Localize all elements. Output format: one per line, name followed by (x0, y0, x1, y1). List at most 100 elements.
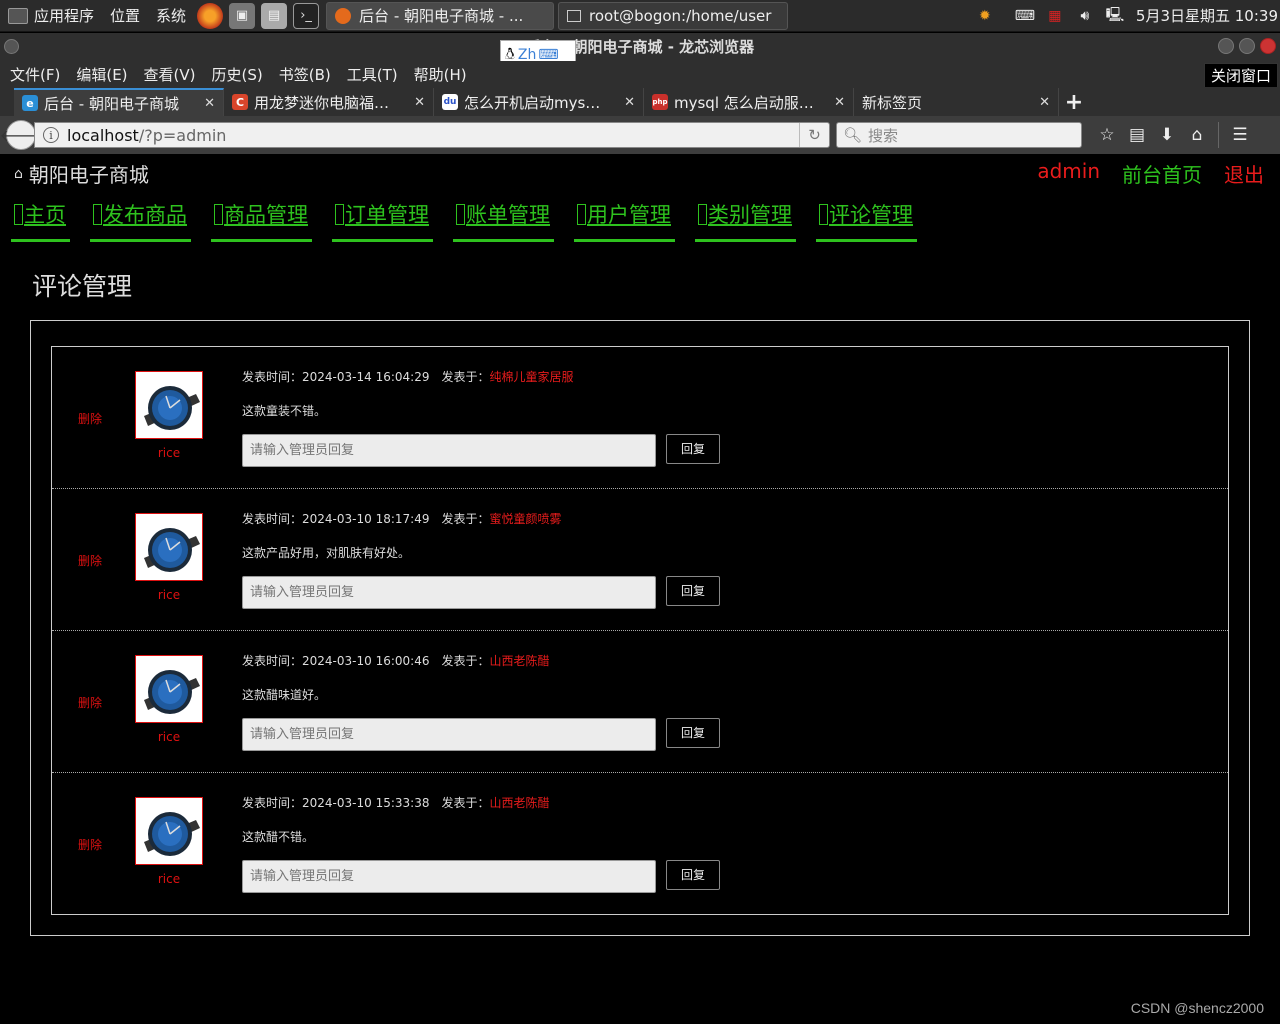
keyboard-icon[interactable]: ⌨ (1014, 5, 1036, 27)
csdn-favicon-icon: C (232, 94, 248, 110)
tab-csdn[interactable]: C 用龙梦迷你电脑福… ✕ (224, 88, 434, 116)
nav-order-management[interactable]: 订单管理 (332, 199, 433, 242)
menu-bookmarks[interactable]: 书签(B) (271, 64, 339, 85)
nav-home[interactable]: 主页 (11, 199, 70, 242)
tab-new[interactable]: 新标签页 ✕ (854, 88, 1059, 116)
taskbar-browser-window[interactable]: 后台 - 朝阳电子商城 - ... (326, 1, 555, 30)
address-bar[interactable]: i localhost/?p=admin ↻ (34, 122, 830, 148)
menu-tools[interactable]: 工具(T) (339, 64, 406, 85)
comment-time: 2024-03-10 18:17:49 (302, 512, 430, 526)
reply-button[interactable]: 回复 (666, 434, 720, 464)
file-manager-launcher-icon[interactable]: ▤ (261, 2, 288, 29)
nav-label: 订单管理 (345, 203, 429, 227)
nav-user-management[interactable]: 用户管理 (574, 199, 675, 242)
comment-user[interactable]: rice (135, 872, 203, 886)
taskbar-terminal-label: root@bogon:/home/user (589, 6, 772, 25)
terminal-launcher-icon[interactable]: ›_ (293, 2, 320, 29)
reading-list-icon[interactable]: ▤ (1124, 122, 1150, 148)
site-favicon-icon: e (22, 95, 38, 111)
taskbar-browser-label: 后台 - 朝阳电子商城 - ... (359, 7, 524, 25)
toolbar-divider (1218, 122, 1219, 148)
tab-admin[interactable]: e 后台 - 朝阳电子商城 ✕ (14, 88, 224, 116)
maximize-button[interactable] (1239, 38, 1255, 54)
nav-label: 账单管理 (466, 203, 550, 227)
system-menu[interactable]: 系统 (148, 0, 194, 32)
back-button[interactable]: 🡐 (0, 120, 42, 150)
php-favicon-icon: php (652, 94, 668, 110)
network-icon[interactable]: 🖳 (1104, 5, 1126, 27)
url-path: /?p=admin (138, 125, 227, 145)
delete-comment-link[interactable]: 删除 (78, 836, 102, 853)
reply-button[interactable]: 回复 (666, 718, 720, 748)
reply-input[interactable] (242, 718, 656, 751)
clock[interactable]: 5月3日星期五 10:39 (1130, 5, 1280, 26)
nav-bill-management[interactable]: 账单管理 (453, 199, 554, 242)
bookmark-star-icon[interactable]: ☆ (1094, 122, 1120, 148)
comment-user[interactable]: rice (135, 588, 203, 602)
reply-input[interactable] (242, 576, 656, 609)
menu-file[interactable]: 文件(F) (2, 64, 68, 85)
delete-comment-link[interactable]: 删除 (78, 410, 102, 427)
baidu-favicon-icon: du (442, 94, 458, 110)
browser-menu-bar: 文件(F) 编辑(E) 查看(V) 历史(S) 书签(B) 工具(T) 帮助(H… (0, 61, 1280, 87)
comment-time: 2024-03-10 16:00:46 (302, 654, 430, 668)
close-window-button[interactable] (1260, 38, 1276, 54)
minimize-button[interactable] (1218, 38, 1234, 54)
tab-close-icon[interactable]: ✕ (204, 96, 215, 111)
reload-icon[interactable]: ↻ (799, 123, 829, 147)
comment-product-link[interactable]: 纯棉儿童家居服 (489, 370, 573, 384)
nav-product-management[interactable]: 商品管理 (211, 199, 312, 242)
hamburger-menu-icon[interactable]: ☰ (1227, 122, 1253, 148)
nav-category-management[interactable]: 类别管理 (695, 199, 796, 242)
nav-comment-management[interactable]: 评论管理 (816, 199, 917, 242)
delete-comment-link[interactable]: 删除 (78, 552, 102, 569)
user-links: admin 前台首页 退出 (1015, 159, 1264, 188)
tab-php[interactable]: php mysql 怎么启动服… ✕ (644, 88, 854, 116)
nav-publish-product[interactable]: 发布商品 (90, 199, 191, 242)
menu-view[interactable]: 查看(V) (136, 64, 204, 85)
delete-comment-link[interactable]: 删除 (78, 694, 102, 711)
taskbar-terminal-window[interactable]: root@bogon:/home/user (558, 1, 789, 30)
admin-nav: 主页 发布商品 商品管理 订单管理 账单管理 用户管理 类别管理 评论管理 (11, 199, 937, 242)
search-input[interactable]: 🔍︎ 搜索 (836, 122, 1082, 148)
tab-close-icon[interactable]: ✕ (624, 95, 635, 110)
tab-close-icon[interactable]: ✕ (834, 95, 845, 110)
reply-button[interactable]: 回复 (666, 860, 720, 890)
menu-history[interactable]: 历史(S) (204, 64, 271, 85)
screenshot-launcher-icon[interactable]: ▣ (229, 2, 256, 29)
menu-edit[interactable]: 编辑(E) (68, 64, 135, 85)
update-notifier-icon[interactable]: ✹ (974, 5, 996, 27)
time-label: 发表时间： (242, 796, 303, 810)
site-info-icon[interactable]: i (43, 127, 59, 143)
logout-link[interactable]: 退出 (1224, 159, 1264, 188)
tab-close-icon[interactable]: ✕ (414, 95, 425, 110)
missing-glyph-icon (698, 203, 707, 225)
downloads-icon[interactable]: ⬇ (1154, 122, 1180, 148)
reply-input[interactable] (242, 860, 656, 893)
places-menu[interactable]: 位置 (102, 0, 148, 32)
comment-user[interactable]: rice (135, 730, 203, 744)
tab-bar: e 后台 - 朝阳电子商城 ✕ C 用龙梦迷你电脑福… ✕ du 怎么开机启动m… (0, 87, 1280, 116)
new-tab-button[interactable]: + (1059, 88, 1089, 116)
current-user[interactable]: admin (1037, 159, 1100, 188)
applications-menu[interactable]: 应用程序 (0, 0, 102, 32)
reply-input[interactable] (242, 434, 656, 467)
battery-icon[interactable]: ▦ (1044, 5, 1066, 27)
home-icon[interactable]: ⌂ (1184, 122, 1210, 148)
comment-user[interactable]: rice (135, 446, 203, 460)
tab-baidu[interactable]: du 怎么开机启动mys… ✕ (434, 88, 644, 116)
front-home-link[interactable]: 前台首页 (1122, 159, 1202, 188)
browser-launcher-icon[interactable] (197, 2, 224, 29)
reply-button[interactable]: 回复 (666, 576, 720, 606)
window-menu-button[interactable] (4, 39, 19, 54)
posted-on-label: 发表于： (441, 654, 490, 668)
comment-product-link[interactable]: 蜜悦童颜喷雾 (489, 512, 561, 526)
comment-item: 删除 rice 发表时间：2024-03-10 18:17:49 发表于：蜜悦童颜… (52, 489, 1228, 631)
tab-close-icon[interactable]: ✕ (1039, 95, 1050, 110)
comment-product-link[interactable]: 山西老陈醋 (489, 796, 549, 810)
volume-icon[interactable]: 🔊︎ (1074, 5, 1096, 27)
comment-product-link[interactable]: 山西老陈醋 (489, 654, 549, 668)
tab-label: mysql 怎么启动服… (674, 93, 814, 112)
missing-glyph-icon (456, 203, 465, 225)
menu-help[interactable]: 帮助(H) (406, 64, 475, 85)
